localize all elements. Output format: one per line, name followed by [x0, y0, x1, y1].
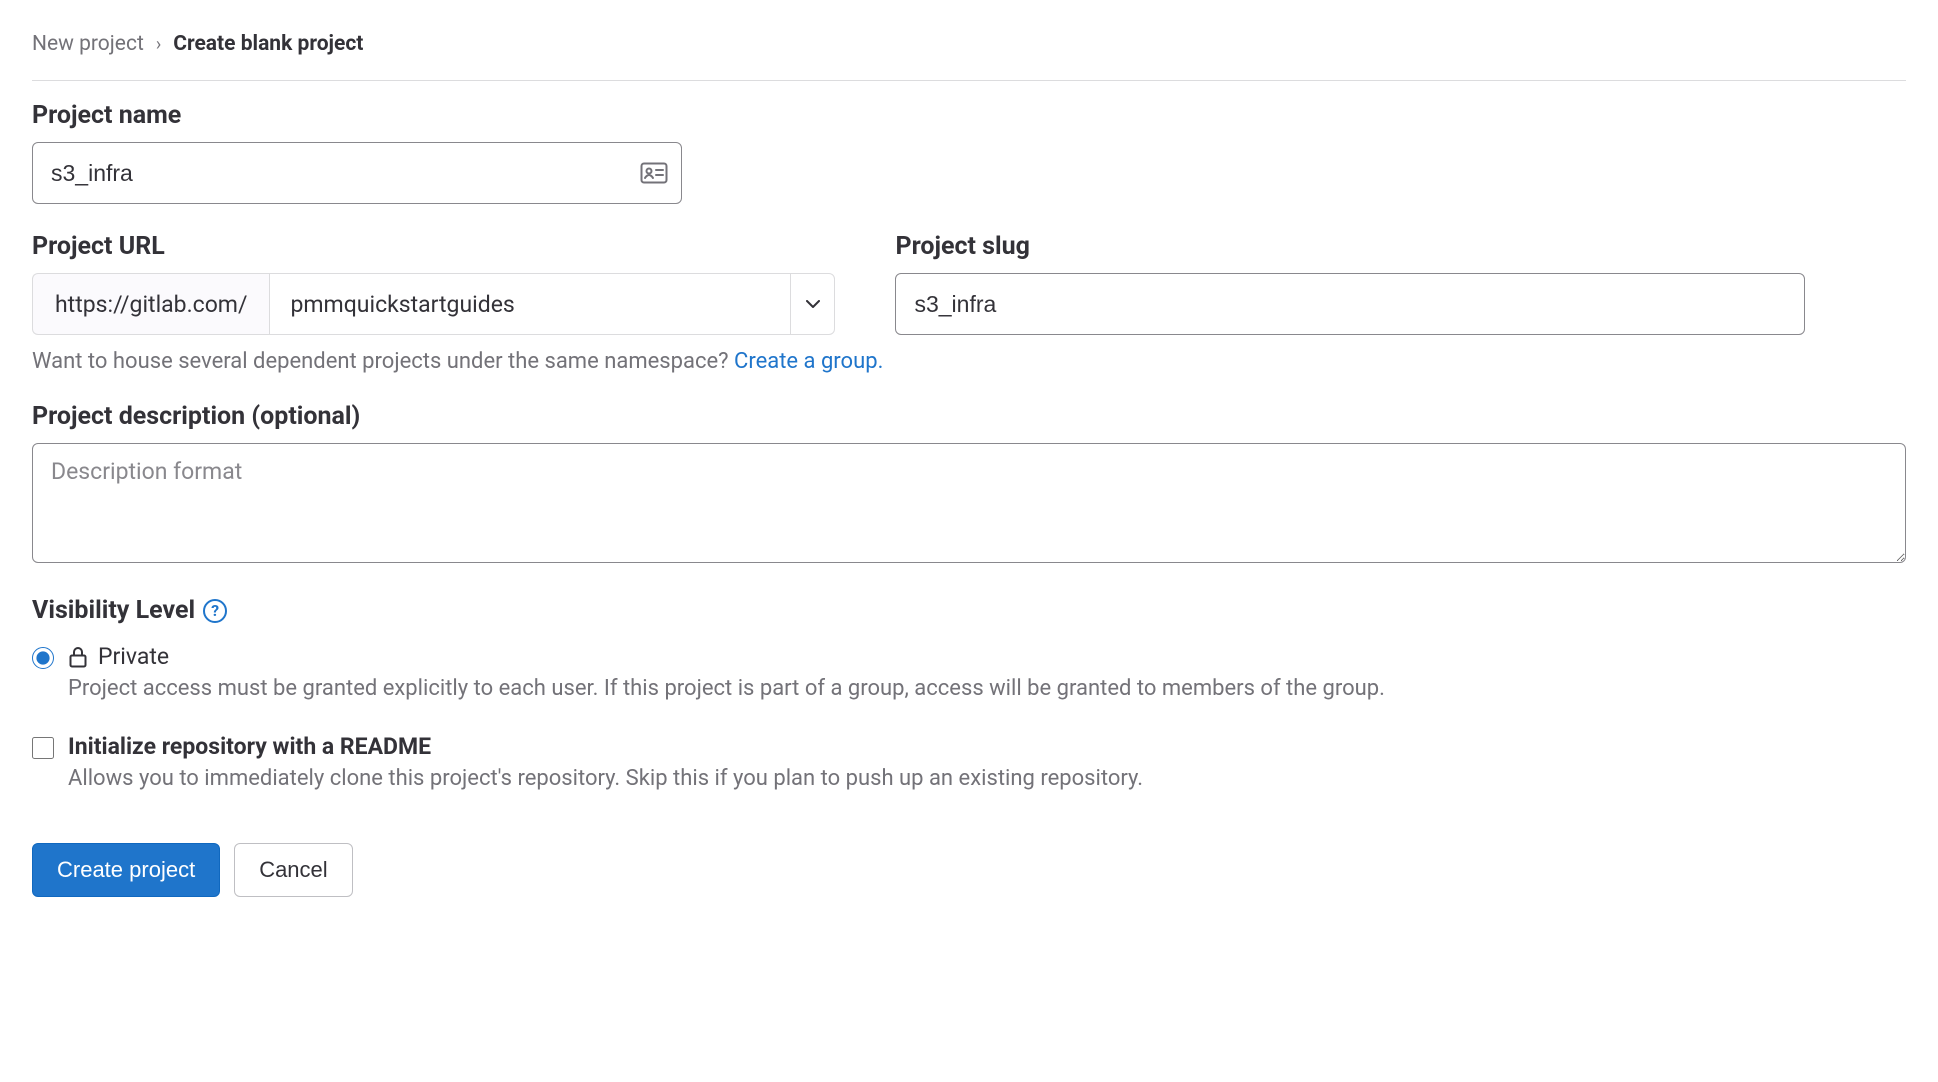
project-slug-group: Project slug — [895, 232, 1805, 335]
breadcrumb-separator: › — [156, 34, 161, 55]
readme-checkbox-group: Initialize repository with a README Allo… — [32, 733, 1906, 791]
form-actions: Create project Cancel — [32, 843, 1906, 897]
visibility-private-radio[interactable] — [32, 647, 54, 669]
url-slug-row: Project URL https://gitlab.com/ pmmquick… — [32, 232, 1906, 374]
namespace-help-text: Want to house several dependent projects… — [32, 349, 1906, 374]
cancel-button[interactable]: Cancel — [234, 843, 352, 897]
breadcrumb-divider — [32, 80, 1906, 81]
visibility-option-title: Private — [98, 643, 169, 670]
visibility-option-desc: Project access must be granted explicitl… — [68, 676, 1906, 701]
create-group-link[interactable]: Create a group. — [734, 349, 883, 374]
project-slug-input[interactable] — [895, 273, 1805, 335]
id-card-icon — [640, 162, 668, 184]
visibility-label: Visibility Level — [32, 596, 195, 625]
visibility-group: Visibility Level ? Private Project acces… — [32, 596, 1906, 791]
breadcrumb-current: Create blank project — [173, 32, 363, 56]
project-url-label: Project URL — [32, 232, 835, 261]
project-name-label: Project name — [32, 101, 1906, 130]
namespace-help-prefix: Want to house several dependent projects… — [32, 349, 734, 374]
description-label: Project description (optional) — [32, 402, 1906, 431]
readme-desc: Allows you to immediately clone this pro… — [68, 766, 1143, 791]
readme-title: Initialize repository with a README — [68, 733, 1143, 760]
project-url-group: Project URL https://gitlab.com/ pmmquick… — [32, 232, 835, 335]
namespace-select[interactable]: pmmquickstartguides — [269, 273, 835, 335]
project-name-input[interactable] — [32, 142, 682, 204]
project-slug-label: Project slug — [895, 232, 1805, 261]
create-project-button[interactable]: Create project — [32, 843, 220, 897]
breadcrumb-parent-link[interactable]: New project — [32, 32, 144, 56]
project-name-group: Project name — [32, 101, 1906, 204]
namespace-value: pmmquickstartguides — [270, 291, 790, 318]
chevron-down-icon — [790, 274, 834, 334]
project-url-prefix: https://gitlab.com/ — [32, 273, 269, 335]
description-textarea[interactable] — [32, 443, 1906, 563]
lock-icon — [68, 645, 88, 669]
help-icon[interactable]: ? — [203, 599, 227, 623]
readme-checkbox[interactable] — [32, 737, 54, 759]
breadcrumb: New project › Create blank project — [32, 32, 1906, 56]
description-group: Project description (optional) — [32, 402, 1906, 568]
